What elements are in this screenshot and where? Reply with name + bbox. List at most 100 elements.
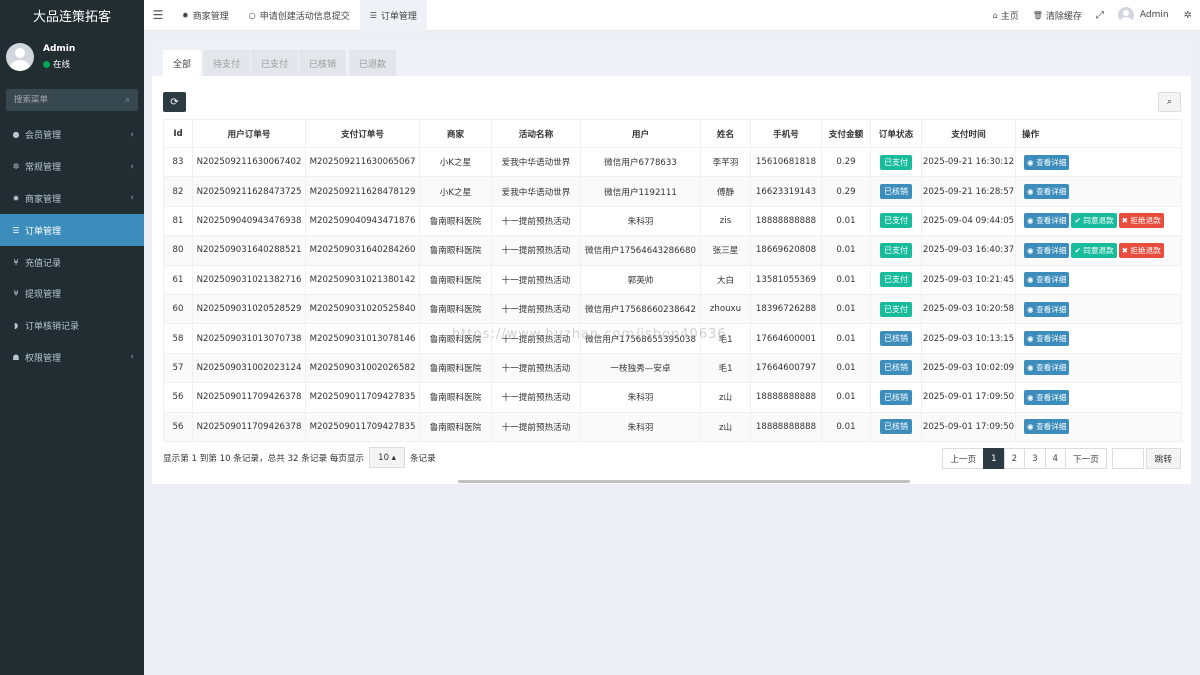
column-header[interactable]: 活动名称 xyxy=(491,119,581,148)
column-header[interactable]: 用户 xyxy=(580,119,701,148)
reject-button[interactable]: ✖ 拒绝退款 xyxy=(1118,242,1164,258)
filter-tab-verified[interactable]: 已核销 xyxy=(299,50,347,76)
prev-page-button[interactable]: 上一页 xyxy=(942,448,985,469)
jump-page-input[interactable] xyxy=(1111,448,1144,469)
sidebar-toggle-icon[interactable]: ☰ xyxy=(144,8,172,22)
status-badge: 已支付 xyxy=(880,242,912,258)
column-header[interactable]: 支付时间 xyxy=(921,119,1016,148)
sidebar-item-4[interactable]: ¥ 充值记录 xyxy=(0,246,144,278)
filter-tab-paid[interactable]: 已支付 xyxy=(251,50,299,76)
view-button[interactable]: ◉ 查看详细 xyxy=(1024,242,1070,258)
refresh-button[interactable]: ⟳ xyxy=(163,92,186,112)
table-cell: M202509011709427835 xyxy=(305,411,420,442)
column-header[interactable]: 支付金额 xyxy=(821,119,871,148)
table-cell: 微信用户1192111 xyxy=(580,176,701,207)
table-cell: 2025-09-21 16:30:12 xyxy=(921,146,1016,178)
table-cell: 十一提前预热活动 xyxy=(491,235,581,266)
sidebar-item-3[interactable]: ☰ 订单管理 xyxy=(0,214,144,247)
tab-label: 商家管理 xyxy=(192,11,229,22)
tab-2[interactable]: ☰ 订单管理 xyxy=(359,0,427,31)
view-button[interactable]: ◉ 查看详细 xyxy=(1024,213,1070,229)
view-button[interactable]: ◉ 查看详细 xyxy=(1024,389,1070,405)
jump-button[interactable]: 跳转 xyxy=(1145,448,1181,469)
status-badge: 已支付 xyxy=(880,213,912,229)
sidebar-item-0[interactable]: ● 会员管理 ‹ xyxy=(0,119,144,151)
table-horizontal-scrollbar[interactable] xyxy=(458,480,910,483)
sidebar-item-6[interactable]: ◗ 订单核销记录 xyxy=(0,310,144,342)
agree-button[interactable]: ✔ 同意退款 xyxy=(1071,213,1117,229)
column-header[interactable]: 操作 xyxy=(1015,119,1182,148)
table-cell: 57 xyxy=(163,352,193,384)
gears-icon[interactable]: ✲ xyxy=(1184,10,1192,21)
table-cell: 朱科羽 xyxy=(580,411,701,442)
home-link[interactable]: ⌂ 主页 xyxy=(986,9,1026,22)
view-button[interactable]: ◉ 查看详细 xyxy=(1024,154,1070,170)
status-badge: 已支付 xyxy=(880,154,912,170)
table-cell: N202509031013070738 xyxy=(192,323,306,354)
tab-0[interactable]: ✹ 商家管理 xyxy=(172,0,239,31)
table-cell: 0.29 xyxy=(821,146,871,178)
table-row: 61 N202509031021382716 M202509031021380142… xyxy=(163,264,1182,295)
table-cell: 83 xyxy=(163,146,193,178)
next-page-button[interactable]: 下一页 xyxy=(1065,448,1107,469)
column-header[interactable]: 用户订单号 xyxy=(192,119,306,148)
table-cell: 鲁南眼科医院 xyxy=(419,205,492,237)
page-number-button[interactable]: 4 xyxy=(1044,448,1066,469)
table-cell: 15610681818 xyxy=(750,146,822,178)
table-cell: zis xyxy=(700,205,751,237)
column-header[interactable]: 商家 xyxy=(419,119,492,148)
fullscreen-icon[interactable]: ⤢ xyxy=(1089,10,1111,21)
tab-1[interactable]: ○ 申请创建活动信息提交 xyxy=(239,0,360,31)
status-badge: 已核销 xyxy=(880,389,912,405)
user-icon: ● xyxy=(12,130,20,140)
sidebar-item-1[interactable]: ✲ 常规管理 ‹ xyxy=(0,151,144,183)
column-header[interactable]: 订单状态 xyxy=(870,119,922,148)
page-number-button[interactable]: 3 xyxy=(1024,448,1046,469)
status-badge: 已核销 xyxy=(880,331,912,347)
table-cell: 2025-09-01 17:09:50 xyxy=(921,382,1016,413)
status-badge: 已核销 xyxy=(880,419,912,435)
sidebar-item-2[interactable]: ✹ 商家管理 ‹ xyxy=(0,183,144,215)
view-button[interactable]: ◉ 查看详细 xyxy=(1024,184,1070,200)
view-button[interactable]: ◉ 查看详细 xyxy=(1024,272,1070,288)
table-row: 57 N202509031002023124 M202509031002026582… xyxy=(163,352,1182,384)
table-cell: 0.01 xyxy=(821,411,871,442)
pagination: 上一页 1234 下一页 跳转 xyxy=(942,448,1181,469)
tab-label: 订单管理 xyxy=(380,11,417,22)
menu-search-input[interactable] xyxy=(14,95,114,105)
reject-button[interactable]: ✖ 拒绝退款 xyxy=(1118,213,1164,229)
view-button[interactable]: ◉ 查看详细 xyxy=(1024,331,1070,347)
eye-icon: ◉ xyxy=(1027,187,1034,197)
column-header[interactable]: 手机号 xyxy=(750,119,822,148)
sidebar-item-7[interactable]: ☗ 权限管理 ‹ xyxy=(0,342,144,374)
filter-tab-refunded[interactable]: 已退款 xyxy=(349,50,397,76)
table-cell: 鲁南眼科医院 xyxy=(419,411,492,442)
search-icon[interactable]: ⌕ xyxy=(125,95,130,105)
table-cell: 2025-09-03 10:21:45 xyxy=(921,264,1016,295)
table-cell: 爱我中华语动世界 xyxy=(491,146,581,178)
view-button[interactable]: ◉ 查看详细 xyxy=(1024,360,1070,376)
table-cell: M202509040943471876 xyxy=(305,205,420,237)
orders-table: Id 用户订单号 支付订单号 商家 活动名称 用户 姓名 手机号 支付金额 订单状态 支付时间 操作 … xyxy=(163,119,1182,442)
online-dot-icon xyxy=(43,60,50,68)
filter-tab-all[interactable]: 全部 xyxy=(163,50,202,76)
table-cell: N202509031020528529 xyxy=(192,293,306,325)
column-header[interactable]: Id xyxy=(163,119,193,148)
view-button[interactable]: ◉ 查看详细 xyxy=(1024,419,1070,435)
column-header[interactable]: 支付订单号 xyxy=(305,119,420,148)
clear-cache-button[interactable]: 🗑 清除缓存 xyxy=(1026,9,1089,22)
agree-button[interactable]: ✔ 同意退款 xyxy=(1071,242,1117,258)
sidebar-item-5[interactable]: ¥ 提现管理 xyxy=(0,278,144,310)
page-number-button[interactable]: 2 xyxy=(1003,448,1026,469)
column-header[interactable]: 姓名 xyxy=(700,119,751,148)
search-button[interactable]: ⌕ xyxy=(1158,92,1181,112)
filter-tab-pending[interactable]: 待支付 xyxy=(203,50,251,76)
refresh-icon: ⟳ xyxy=(170,96,179,108)
app-logo[interactable]: 大品连策拓客 xyxy=(0,0,144,31)
table-row: 80 N202509031640288521 M202509031640284260… xyxy=(163,235,1182,266)
table-cell: 鲁南眼科医院 xyxy=(419,382,492,413)
page-size-select[interactable]: 10 ▴ xyxy=(369,447,405,468)
view-button[interactable]: ◉ 查看详细 xyxy=(1024,301,1070,317)
user-menu[interactable]: Admin xyxy=(1111,7,1176,23)
page-number-button[interactable]: 1 xyxy=(983,448,1005,469)
